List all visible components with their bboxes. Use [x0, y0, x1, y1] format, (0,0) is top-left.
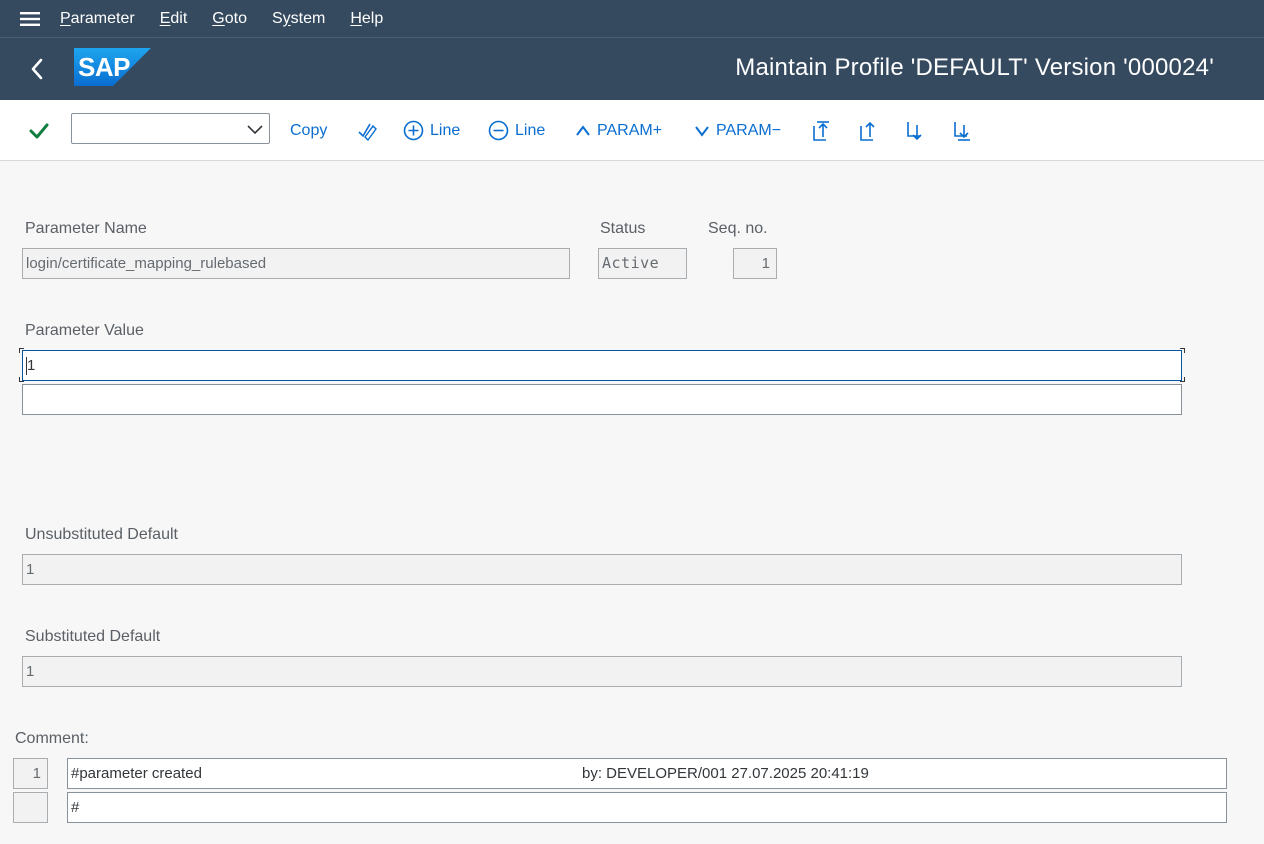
- back-button[interactable]: [22, 54, 52, 84]
- next-page-icon: [907, 121, 922, 140]
- chevron-left-icon: [31, 58, 43, 80]
- status-label: Status: [600, 220, 646, 237]
- application-toolbar: Copy Line Line PARAM+ PARAM−: [0, 100, 1264, 161]
- first-page-icon: [813, 120, 829, 141]
- parameter-name-field: login/certificate_mapping_rulebased: [22, 248, 570, 279]
- last-page-button[interactable]: [951, 100, 973, 161]
- chevron-down-icon: [695, 125, 709, 137]
- chevron-down-icon[interactable]: [245, 120, 265, 138]
- enter-button[interactable]: [29, 100, 49, 161]
- focus-corner: [19, 348, 24, 353]
- menu-help[interactable]: Help: [350, 10, 383, 28]
- parameter-value-text: 1: [27, 357, 36, 374]
- command-field[interactable]: [71, 113, 270, 144]
- menu-system[interactable]: System: [272, 10, 325, 28]
- svg-text:SAP: SAP: [78, 52, 130, 82]
- menu-parameter[interactable]: Parameter: [60, 10, 135, 28]
- parameter-value-label: Parameter Value: [25, 322, 144, 339]
- delete-line-label: Line: [515, 121, 546, 139]
- previous-page-button[interactable]: [857, 100, 879, 161]
- focus-corner: [19, 377, 24, 382]
- title-bar: SAP Maintain Profile 'DEFAULT' Version '…: [0, 38, 1264, 100]
- unsubstituted-default-field: 1: [22, 554, 1182, 585]
- param-plus-button[interactable]: PARAM+: [575, 100, 662, 161]
- menu-mnemonic: H: [350, 9, 362, 27]
- param-minus-label: PARAM−: [716, 121, 782, 139]
- parameter-name-label: Parameter Name: [25, 220, 147, 237]
- status-field: Active: [598, 248, 687, 279]
- menu-goto[interactable]: Goto: [212, 10, 247, 28]
- menu-mnemonic: E: [159, 9, 171, 27]
- comment-text: #parameter created: [71, 765, 202, 782]
- comment-text: #: [71, 799, 80, 816]
- insert-line-label: Line: [430, 121, 461, 139]
- hamburger-menu-icon[interactable]: [0, 0, 60, 38]
- menu-edit[interactable]: Edit: [160, 10, 188, 28]
- page-title: Maintain Profile 'DEFAULT' Version '0000…: [735, 54, 1214, 81]
- menu-label: stem: [290, 9, 326, 27]
- comment-line-number: [13, 792, 48, 823]
- comment-author-stamp: by: DEVELOPER/001 27.07.2025 20:41:19: [582, 765, 869, 782]
- substituted-default-label: Substituted Default: [25, 628, 161, 645]
- comment-line-input[interactable]: #: [67, 792, 1227, 823]
- menu-label: oto: [224, 9, 247, 27]
- menu-label: dit: [170, 9, 188, 27]
- copy-label: Copy: [290, 121, 328, 139]
- first-page-button[interactable]: [810, 100, 832, 161]
- previous-page-icon: [860, 121, 875, 141]
- param-minus-button[interactable]: PARAM−: [694, 100, 781, 161]
- seq-no-label: Seq. no.: [708, 220, 768, 237]
- focus-corner: [1180, 377, 1185, 382]
- comment-line-number: 1: [13, 758, 48, 789]
- param-plus-label: PARAM+: [597, 121, 663, 139]
- copy-button[interactable]: Copy: [290, 100, 327, 161]
- comment-label: Comment:: [15, 730, 89, 747]
- menu-mnemonic: y: [282, 9, 291, 27]
- command-input[interactable]: [72, 114, 240, 143]
- sap-logo: SAP: [74, 48, 151, 86]
- parameter-value-input-2[interactable]: [22, 384, 1182, 415]
- menu-label: S: [271, 9, 283, 27]
- focus-corner: [1180, 348, 1185, 353]
- next-page-button[interactable]: [904, 100, 926, 161]
- edit-check-icon: [358, 123, 377, 141]
- menu-mnemonic: G: [212, 9, 225, 27]
- menu-label: elp: [361, 9, 384, 27]
- unsubstituted-default-label: Unsubstituted Default: [25, 526, 178, 543]
- menu-label: arameter: [70, 9, 135, 27]
- delete-line-button[interactable]: Line: [488, 100, 545, 161]
- menu-mnemonic: P: [60, 9, 71, 27]
- seq-no-field: 1: [733, 248, 777, 279]
- remove-circle-icon: [488, 120, 509, 141]
- menu-bar: Parameter Edit Goto System Help: [0, 0, 1264, 38]
- check-values-button[interactable]: [356, 100, 378, 161]
- parameter-value-input-1[interactable]: 1: [22, 350, 1182, 381]
- substituted-default-field: 1: [22, 656, 1182, 687]
- last-page-icon: [954, 121, 970, 141]
- comment-line-input[interactable]: #parameter created by: DEVELOPER/001 27.…: [67, 758, 1227, 789]
- checkmark-icon: [29, 123, 49, 138]
- insert-line-button[interactable]: Line: [403, 100, 460, 161]
- chevron-up-icon: [576, 124, 590, 136]
- add-circle-icon: [403, 120, 424, 141]
